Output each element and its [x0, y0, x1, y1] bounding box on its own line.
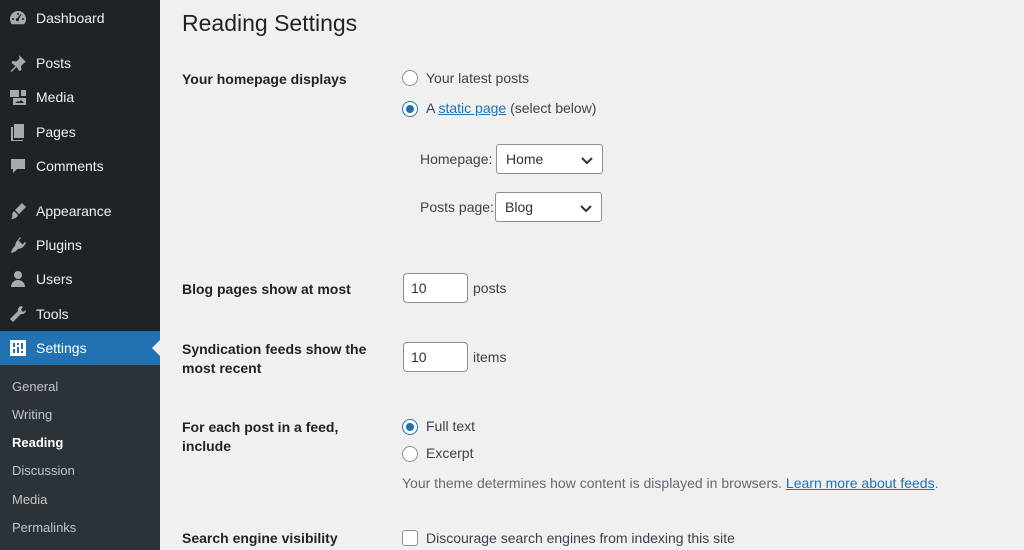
menu-label-appearance: Appearance — [36, 203, 112, 219]
comment-icon — [0, 149, 36, 183]
homepage-displays-label: Your homepage displays — [182, 71, 347, 87]
menu-label-tools: Tools — [36, 306, 69, 322]
pages-icon — [0, 115, 36, 149]
static-page-label: A static page (select below) — [426, 100, 596, 116]
menu-label-users: Users — [36, 271, 73, 287]
feed-description-text: Your theme determines how content is dis… — [402, 475, 783, 491]
menu-item-pages[interactable]: Pages — [0, 115, 160, 149]
user-icon — [0, 262, 36, 296]
homepage-select-value: Home — [506, 151, 544, 167]
media-icon — [0, 80, 36, 114]
menu-label-pages: Pages — [36, 124, 76, 140]
menu-label-media: Media — [36, 89, 75, 105]
menu-label-comments: Comments — [36, 158, 104, 174]
latest-posts-label: Your latest posts — [426, 70, 529, 86]
chevron-down-icon — [581, 157, 593, 165]
menu-item-plugins[interactable]: Plugins — [0, 228, 160, 262]
syndication-suffix: items — [473, 349, 507, 365]
excerpt-radio[interactable] — [402, 446, 418, 462]
learn-more-feeds-link[interactable]: Learn more about feeds — [786, 475, 935, 491]
admin-sidebar: Dashboard Posts Media Pages Comments App… — [0, 0, 160, 550]
blog-pages-input[interactable] — [403, 273, 468, 303]
full-text-radio[interactable] — [402, 419, 418, 435]
plugin-icon — [0, 228, 36, 262]
menu-item-comments[interactable]: Comments — [0, 149, 160, 183]
discourage-search-checkbox[interactable] — [402, 530, 418, 546]
settings-icon — [0, 331, 36, 365]
feed-description-end: . — [934, 475, 939, 491]
settings-main: Reading Settings Your homepage displays … — [160, 0, 1024, 550]
static-page-suffix: (select below) — [510, 100, 597, 116]
full-text-label: Full text — [426, 418, 476, 434]
menu-label-plugins: Plugins — [36, 237, 82, 253]
homepage-select-label: Homepage: — [420, 151, 493, 167]
menu-item-tools[interactable]: Tools — [0, 297, 160, 331]
menu-item-posts[interactable]: Posts — [0, 46, 160, 80]
static-page-radio[interactable] — [402, 101, 418, 117]
discourage-search-label: Discourage search engines from indexing … — [426, 530, 735, 546]
brush-icon — [0, 194, 36, 228]
menu-item-appearance[interactable]: Appearance — [0, 194, 160, 228]
static-page-prefix: A — [426, 100, 435, 116]
menu-label-dashboard: Dashboard — [36, 10, 105, 26]
syndication-label: Syndication feeds show the most recent — [182, 341, 367, 376]
submenu-discussion[interactable]: Discussion — [12, 463, 75, 478]
submenu-reading[interactable]: Reading — [12, 435, 63, 450]
submenu-writing[interactable]: Writing — [12, 407, 52, 422]
wrench-icon — [0, 297, 36, 331]
pin-icon — [0, 46, 36, 80]
syndication-input[interactable] — [403, 342, 468, 372]
homepage-select[interactable]: Home — [496, 144, 603, 174]
menu-label-settings: Settings — [36, 340, 87, 356]
latest-posts-radio[interactable] — [402, 70, 418, 86]
feed-include-label: For each post in a feed, include — [182, 419, 339, 454]
chevron-down-icon — [580, 205, 592, 213]
feed-description: Your theme determines how content is dis… — [402, 475, 938, 491]
menu-item-settings[interactable]: Settings — [0, 331, 160, 365]
menu-item-media[interactable]: Media — [0, 80, 160, 114]
dashboard-icon — [0, 1, 36, 35]
blog-pages-label: Blog pages show at most — [182, 281, 351, 297]
settings-submenu: General Writing Reading Discussion Media… — [0, 365, 160, 550]
submenu-permalinks[interactable]: Permalinks — [12, 520, 76, 535]
submenu-general[interactable]: General — [12, 379, 58, 394]
postspage-select-value: Blog — [505, 199, 534, 215]
blog-pages-suffix: posts — [473, 280, 507, 296]
postspage-select-label: Posts page: — [420, 199, 494, 215]
postspage-select[interactable]: Blog — [495, 192, 602, 222]
menu-item-dashboard[interactable]: Dashboard — [0, 1, 160, 35]
page-title: Reading Settings — [182, 10, 358, 36]
menu-label-posts: Posts — [36, 55, 72, 71]
menu-item-users[interactable]: Users — [0, 262, 160, 296]
static-page-link[interactable]: static page — [438, 100, 506, 116]
submenu-media[interactable]: Media — [12, 492, 47, 507]
excerpt-label: Excerpt — [426, 445, 474, 461]
search-visibility-label: Search engine visibility — [182, 530, 338, 546]
